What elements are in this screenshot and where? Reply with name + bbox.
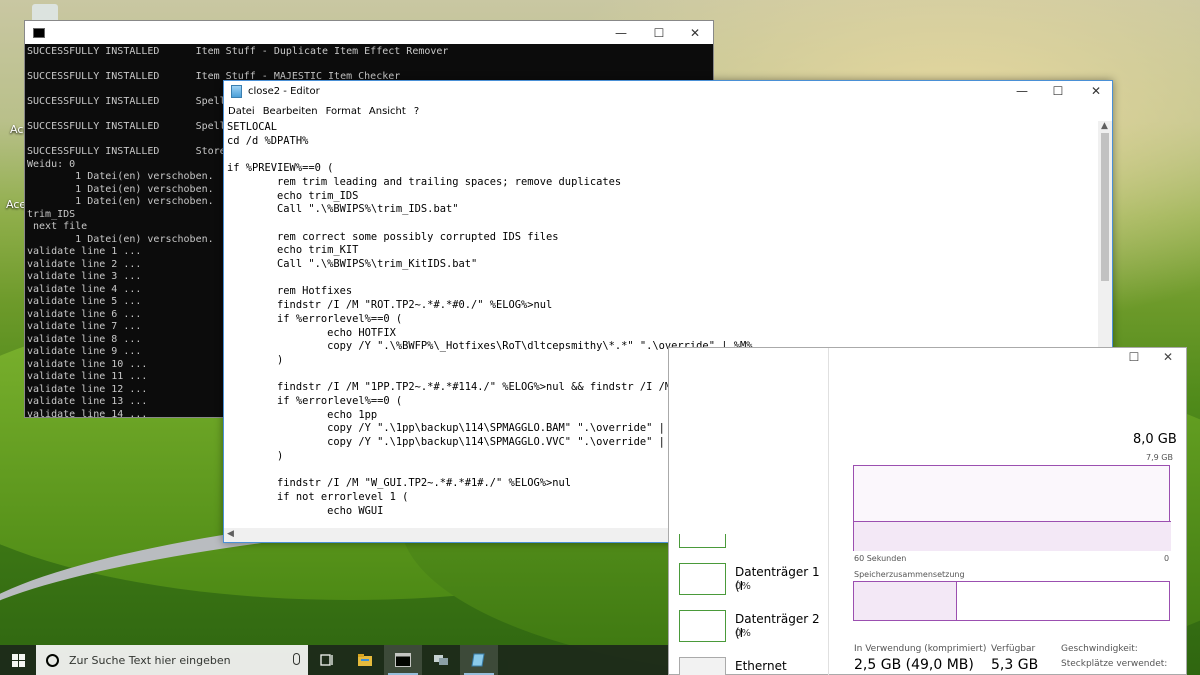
search-box[interactable]: Zur Suche Text hier eingeben xyxy=(36,645,308,675)
notepad-icon xyxy=(231,85,242,98)
taskbar-notepad[interactable] xyxy=(460,645,498,675)
task-view-icon xyxy=(320,654,333,666)
maximize-button[interactable]: ☐ xyxy=(1038,79,1078,102)
taskbar: Zur Suche Text hier eingeben xyxy=(0,645,668,675)
menu-edit[interactable]: Bearbeiten xyxy=(263,106,318,117)
cortana-icon xyxy=(46,653,59,667)
taskbar-file-explorer[interactable] xyxy=(346,645,384,675)
console-line: SUCCESSFULLY INSTALLED Item Stuff - Dupl… xyxy=(27,46,449,57)
in-use-value: 2,5 GB (49,0 MB) xyxy=(854,657,974,673)
memory-usage-fill xyxy=(854,521,1171,551)
graph-max-label: 7,9 GB xyxy=(1146,453,1173,462)
close-button[interactable]: ✕ xyxy=(677,21,713,44)
command-prompt-icon xyxy=(33,27,45,38)
taskbar-network-app[interactable] xyxy=(422,645,460,675)
task-manager-window[interactable]: ☐ ✕ Datenträger 1 (I 0% Datenträger 2 (I… xyxy=(668,347,1187,675)
sidebar-item-label: Ethernet xyxy=(735,659,787,673)
scroll-left-icon[interactable]: ◀ xyxy=(227,529,234,539)
memory-in-use-segment xyxy=(854,582,957,620)
maximize-button[interactable]: ☐ xyxy=(641,21,677,44)
menu-view[interactable]: Ansicht xyxy=(369,106,406,117)
cmd-titlebar[interactable]: — ☐ ✕ xyxy=(25,21,713,44)
disk-thumbnail xyxy=(679,610,726,642)
sidebar-item-disk-1[interactable]: Datenträger 1 (I 0% xyxy=(679,563,829,603)
memory-thumbnail[interactable] xyxy=(679,534,726,548)
window-title: close2 - Editor xyxy=(248,86,320,97)
minimize-button[interactable]: — xyxy=(603,21,639,44)
taskbar-command-prompt[interactable] xyxy=(384,645,422,675)
memory-composition-bar xyxy=(853,581,1170,621)
notepad-titlebar[interactable]: close2 - Editor — ☐ ✕ xyxy=(224,81,1112,102)
scrollbar-thumb[interactable] xyxy=(1101,133,1109,281)
total-memory: 8,0 GB xyxy=(1133,432,1177,447)
ethernet-thumbnail xyxy=(679,657,726,675)
menu-bar: Datei Bearbeiten Format Ansicht ? xyxy=(224,102,1112,120)
in-use-label: In Verwendung (komprimiert) xyxy=(854,644,987,654)
available-value: 5,3 GB xyxy=(991,657,1039,673)
time-axis-label: 60 Sekunden xyxy=(854,554,907,563)
close-button[interactable]: ✕ xyxy=(1153,350,1183,364)
sidebar-item-disk-2[interactable]: Datenträger 2 (I 0% xyxy=(679,610,829,650)
start-button[interactable] xyxy=(0,645,36,675)
task-view-button[interactable] xyxy=(308,645,346,675)
windows-logo-icon xyxy=(11,653,25,667)
sidebar-item-value: 0% xyxy=(735,581,751,592)
minimize-button[interactable]: — xyxy=(1002,79,1042,102)
available-label: Verfügbar xyxy=(991,644,1036,654)
command-prompt-icon xyxy=(395,653,411,667)
microphone-icon[interactable] xyxy=(293,653,300,665)
composition-label: Speicherzusammensetzung xyxy=(854,570,965,579)
close-button[interactable]: ✕ xyxy=(1076,79,1116,102)
zero-label: 0 xyxy=(1164,554,1170,563)
maximize-button[interactable]: ☐ xyxy=(1119,350,1149,364)
menu-format[interactable]: Format xyxy=(326,106,361,117)
menu-help[interactable]: ? xyxy=(414,106,419,117)
sidebar-item-value: 0% xyxy=(735,628,751,639)
memory-usage-graph xyxy=(853,465,1171,551)
file-explorer-icon xyxy=(358,654,372,666)
sidebar-item-ethernet[interactable]: Ethernet xyxy=(679,657,829,675)
disk-thumbnail xyxy=(679,563,726,595)
network-icon xyxy=(434,655,448,665)
notepad-icon xyxy=(471,653,485,667)
speed-label: Geschwindigkeit: xyxy=(1061,644,1138,654)
search-placeholder: Zur Suche Text hier eingeben xyxy=(69,653,231,667)
menu-file[interactable]: Datei xyxy=(228,106,255,117)
scroll-up-icon[interactable]: ▲ xyxy=(1101,121,1108,131)
slots-label: Steckplätze verwendet: xyxy=(1061,659,1168,669)
